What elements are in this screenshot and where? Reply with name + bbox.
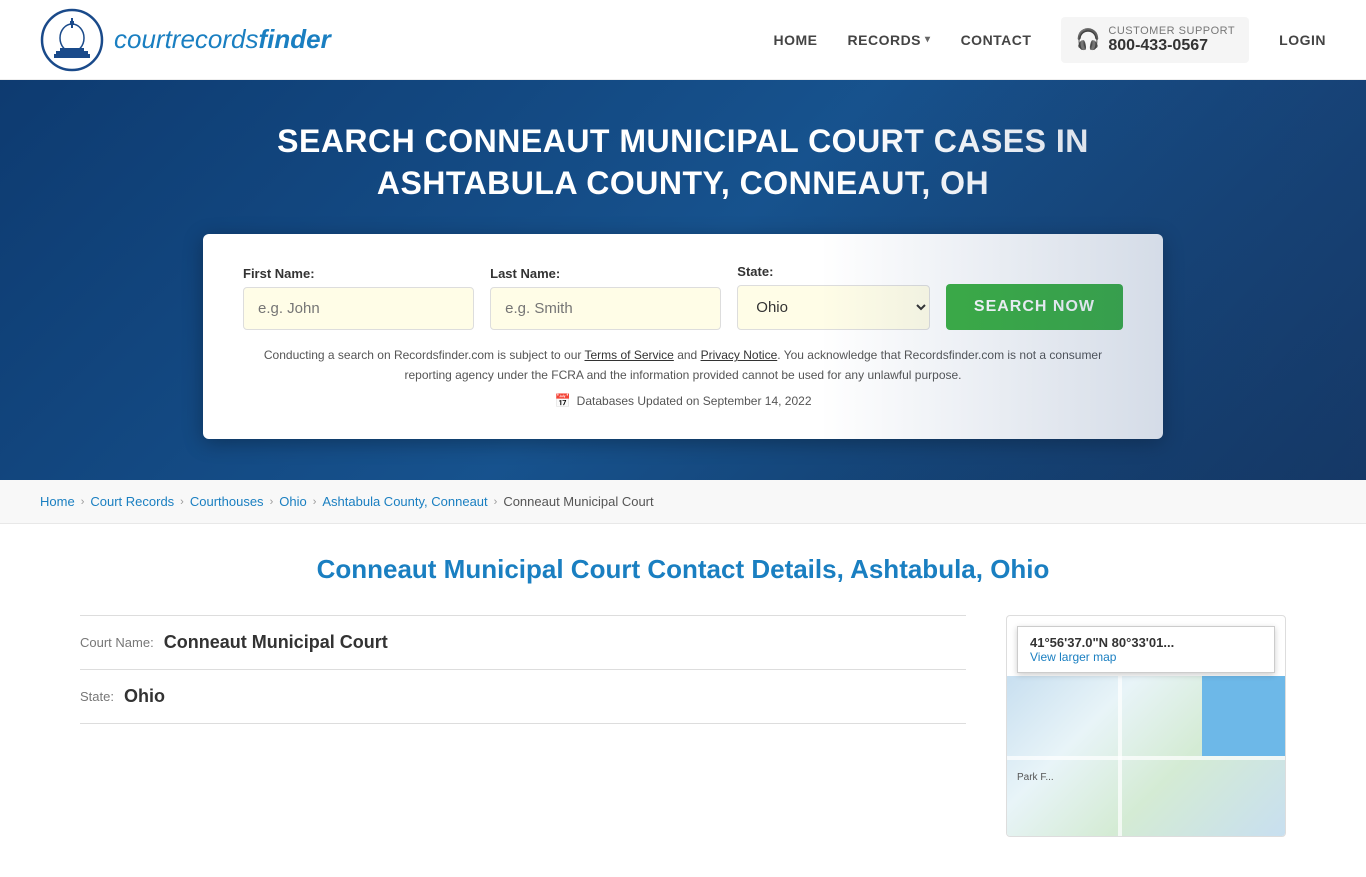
- last-name-group: Last Name:: [490, 266, 721, 330]
- map-road-vertical: [1118, 676, 1122, 836]
- state-detail-label: State:: [80, 689, 114, 704]
- last-name-input[interactable]: [490, 287, 721, 330]
- state-detail-value: Ohio: [124, 686, 165, 707]
- logo-text: courtrecordsfinder: [114, 24, 331, 55]
- search-box: First Name: Last Name: State: Ohio Alaba…: [203, 234, 1163, 438]
- support-info: CUSTOMER SUPPORT 800-433-0567: [1108, 25, 1235, 55]
- breadcrumb-current: Conneaut Municipal Court: [503, 494, 653, 509]
- breadcrumb-sep-5: ›: [494, 496, 498, 508]
- breadcrumb-court-records[interactable]: Court Records: [90, 494, 174, 509]
- breadcrumb: Home › Court Records › Courthouses › Ohi…: [0, 480, 1366, 524]
- content-layout: Court Name: Conneaut Municipal Court Sta…: [80, 615, 1286, 837]
- logo[interactable]: courtrecordsfinder: [40, 8, 331, 72]
- state-row: State: Ohio: [80, 670, 966, 724]
- details-table: Court Name: Conneaut Municipal Court Sta…: [80, 615, 966, 724]
- nav-records[interactable]: RECORDS ▾: [848, 32, 931, 48]
- breadcrumb-sep-2: ›: [180, 496, 184, 508]
- hero-section: SEARCH CONNEAUT MUNICIPAL COURT CASES IN…: [0, 80, 1366, 480]
- chevron-down-icon: ▾: [925, 34, 931, 45]
- map-water: [1202, 676, 1285, 756]
- breadcrumb-sep-4: ›: [313, 496, 317, 508]
- state-group: State: Ohio Alabama Alaska Arizona Calif…: [737, 264, 930, 330]
- court-name-row: Court Name: Conneaut Municipal Court: [80, 616, 966, 670]
- nav-home[interactable]: HOME: [774, 32, 818, 48]
- db-update: 📅 Databases Updated on September 14, 202…: [243, 393, 1123, 409]
- map-road-horizontal: [1007, 756, 1285, 760]
- logo-icon: [40, 8, 104, 72]
- privacy-link[interactable]: Privacy Notice: [701, 348, 778, 362]
- search-fields: First Name: Last Name: State: Ohio Alaba…: [243, 264, 1123, 330]
- map-coords: 41°56'37.0"N 80°33'01...: [1030, 635, 1262, 650]
- logo-text-bold: finder: [259, 24, 331, 54]
- nav-login[interactable]: LOGIN: [1279, 32, 1326, 48]
- court-name-value: Conneaut Municipal Court: [164, 632, 388, 653]
- state-select[interactable]: Ohio Alabama Alaska Arizona California C…: [737, 285, 930, 330]
- breadcrumb-ohio[interactable]: Ohio: [279, 494, 306, 509]
- breadcrumb-courthouses[interactable]: Courthouses: [190, 494, 264, 509]
- headset-icon: 🎧: [1075, 27, 1100, 52]
- main-nav: HOME RECORDS ▾ CONTACT 🎧 CUSTOMER SUPPOR…: [774, 17, 1326, 63]
- court-name-label: Court Name:: [80, 635, 154, 650]
- db-update-text: Databases Updated on September 14, 2022: [577, 394, 812, 408]
- content-section: Conneaut Municipal Court Contact Details…: [0, 524, 1366, 877]
- section-title: Conneaut Municipal Court Contact Details…: [80, 554, 1286, 585]
- terms-link[interactable]: Terms of Service: [585, 348, 674, 362]
- map-area: 41°56'37.0"N 80°33'01... View larger map…: [1006, 615, 1286, 837]
- breadcrumb-sep-3: ›: [270, 496, 274, 508]
- breadcrumb-home[interactable]: Home: [40, 494, 75, 509]
- breadcrumb-sep-1: ›: [81, 496, 85, 508]
- breadcrumb-ashtabula[interactable]: Ashtabula County, Conneaut: [322, 494, 487, 509]
- customer-support-box: 🎧 CUSTOMER SUPPORT 800-433-0567: [1061, 17, 1249, 63]
- map-tooltip: 41°56'37.0"N 80°33'01... View larger map: [1017, 626, 1275, 673]
- map-container: 41°56'37.0"N 80°33'01... View larger map…: [1006, 615, 1286, 837]
- disclaimer-text: Conducting a search on Recordsfinder.com…: [243, 346, 1123, 384]
- support-phone: 800-433-0567: [1108, 37, 1235, 55]
- first-name-input[interactable]: [243, 287, 474, 330]
- map-park-label: Park F...: [1017, 772, 1054, 783]
- state-label: State:: [737, 264, 930, 279]
- logo-text-regular: courtrecords: [114, 24, 259, 54]
- nav-contact[interactable]: CONTACT: [961, 32, 1032, 48]
- last-name-label: Last Name:: [490, 266, 721, 281]
- first-name-group: First Name:: [243, 266, 474, 330]
- view-larger-map-link[interactable]: View larger map: [1030, 650, 1116, 664]
- header: courtrecordsfinder HOME RECORDS ▾ CONTAC…: [0, 0, 1366, 80]
- page-title: SEARCH CONNEAUT MUNICIPAL COURT CASES IN…: [233, 121, 1133, 204]
- first-name-label: First Name:: [243, 266, 474, 281]
- support-label: CUSTOMER SUPPORT: [1108, 25, 1235, 37]
- map-visual[interactable]: Park F...: [1007, 676, 1285, 836]
- search-button[interactable]: SEARCH NOW: [946, 284, 1123, 330]
- calendar-icon: 📅: [554, 393, 570, 409]
